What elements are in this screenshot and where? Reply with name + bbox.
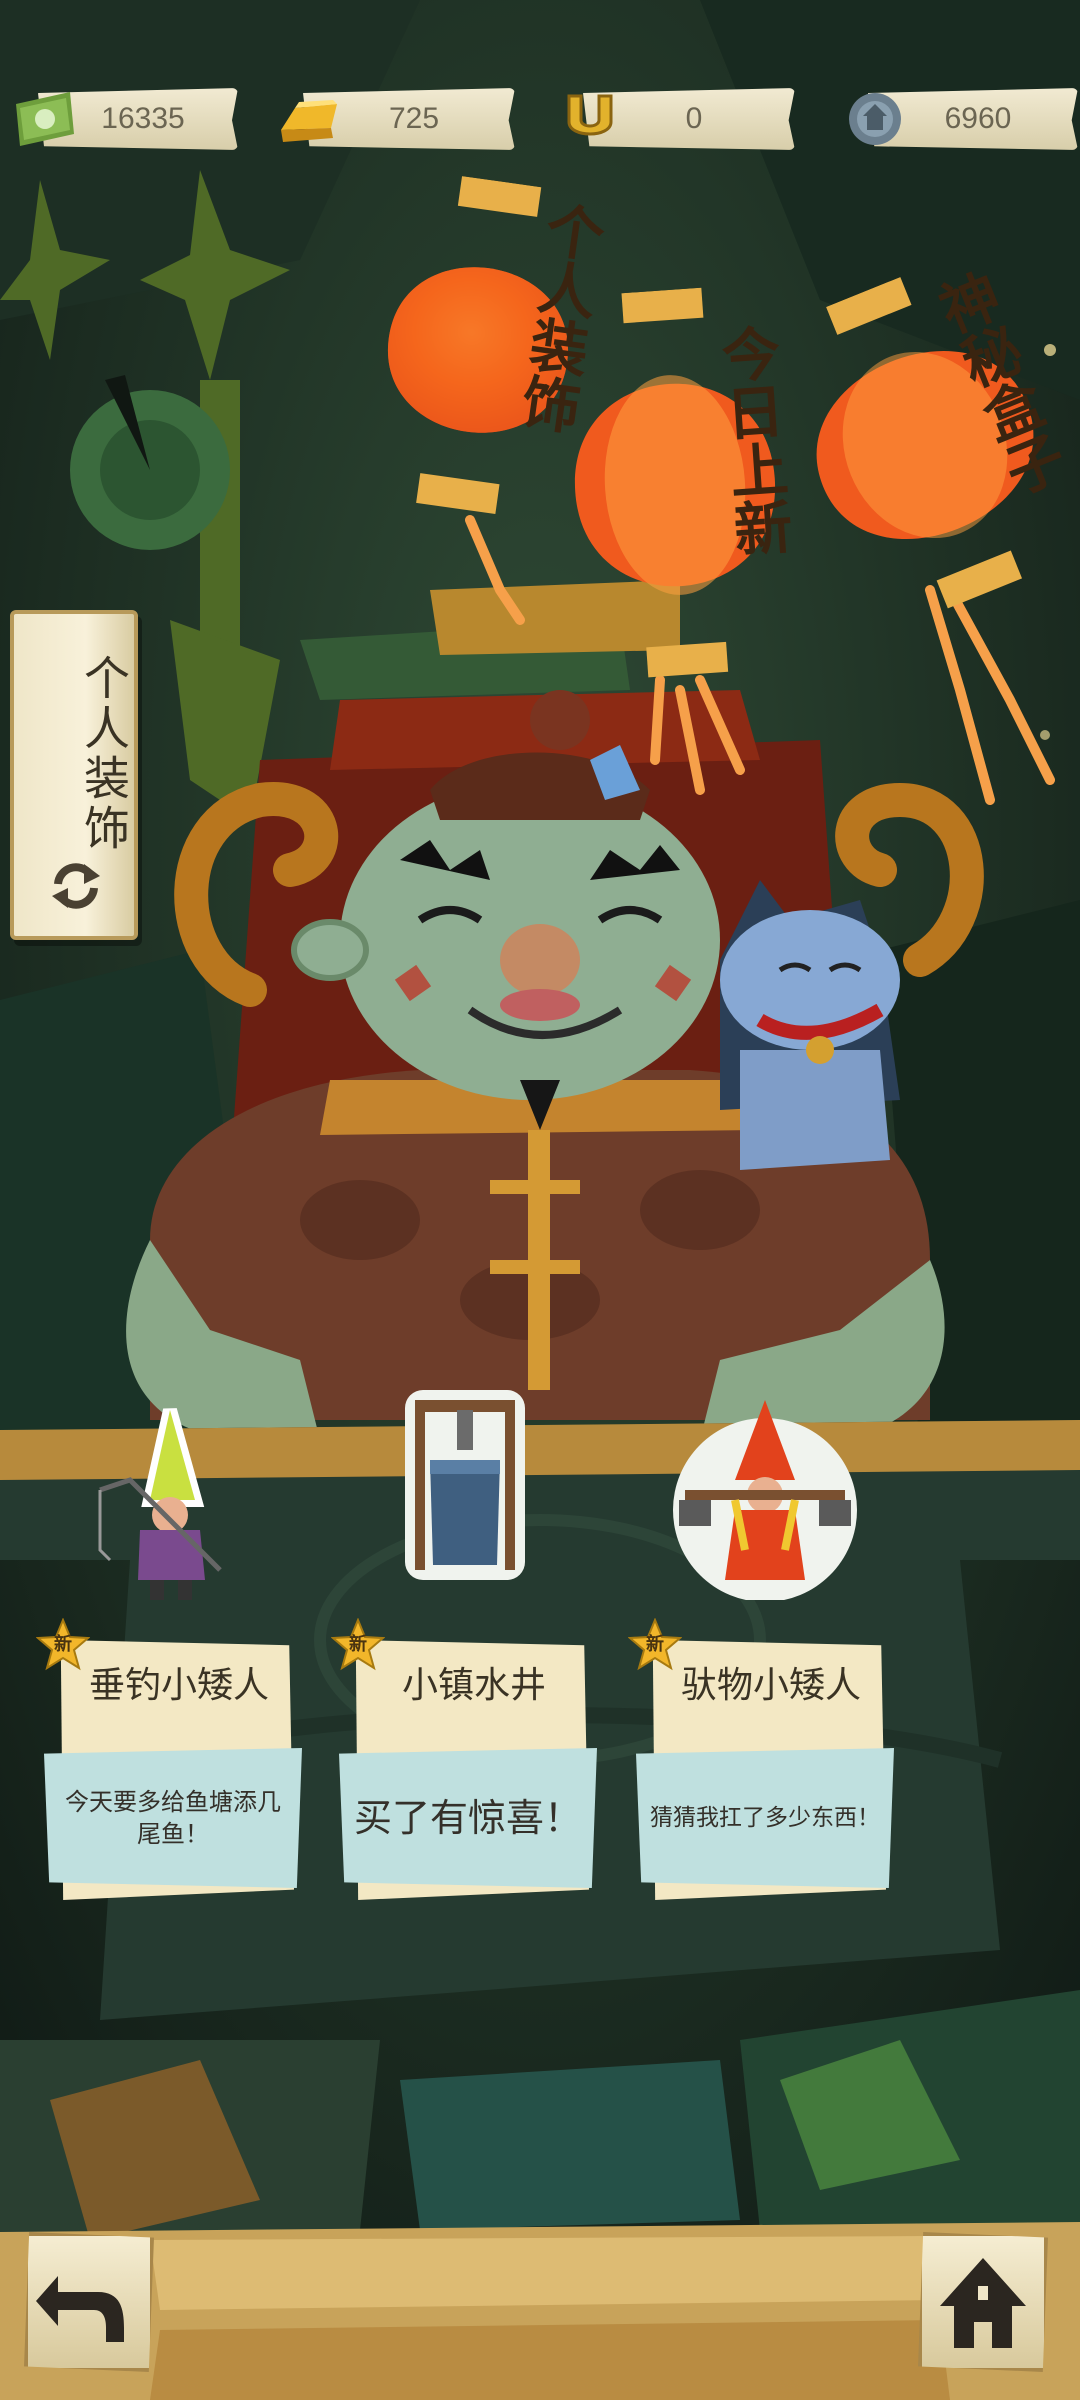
- refresh-icon: [52, 863, 100, 909]
- horseshoe-counter[interactable]: 0: [555, 88, 795, 150]
- gold-counter[interactable]: 725: [275, 88, 515, 150]
- home-icon: [940, 2258, 1026, 2348]
- horseshoe-value: 0: [685, 102, 703, 135]
- town-well-figure[interactable]: [385, 1380, 545, 1590]
- cash-counter[interactable]: 16335: [10, 88, 238, 150]
- personal-decor-tab[interactable]: 个人装饰: [10, 610, 138, 940]
- back-arrow-icon: [36, 2276, 124, 2342]
- item-description: 买了有惊喜！: [353, 1796, 582, 1840]
- new-badge: 新: [330, 1617, 386, 1672]
- gear-token-counter[interactable]: 6960: [840, 88, 1078, 150]
- item-card-carrying-gnome[interactable]: 驮物小矮人 猜猜我扛了多少东西！ 新: [627, 1617, 900, 1920]
- item-card-town-well[interactable]: 小镇水井 买了有惊喜！ 新: [330, 1617, 603, 1920]
- back-button[interactable]: [24, 2232, 154, 2372]
- side-tab-label: 个人装饰: [77, 654, 131, 854]
- new-badge: 新: [35, 1617, 91, 1672]
- item-card-fishing-gnome[interactable]: 垂钓小矮人 今天要多给鱼塘添几尾鱼！ 新: [35, 1617, 308, 1920]
- carrying-gnome-figure[interactable]: [665, 1380, 865, 1600]
- home-button[interactable]: [918, 2232, 1048, 2372]
- gold-value: 725: [388, 102, 440, 135]
- new-badge: 新: [627, 1617, 683, 1672]
- gear-token-value: 6960: [944, 102, 1012, 135]
- fishing-gnome-figure[interactable]: [70, 1380, 270, 1610]
- cash-value: 16335: [101, 102, 185, 135]
- item-description: 今天要多给鱼塘添几尾鱼！: [65, 1788, 281, 1848]
- item-description: 猜猜我扛了多少东西！: [650, 1805, 880, 1831]
